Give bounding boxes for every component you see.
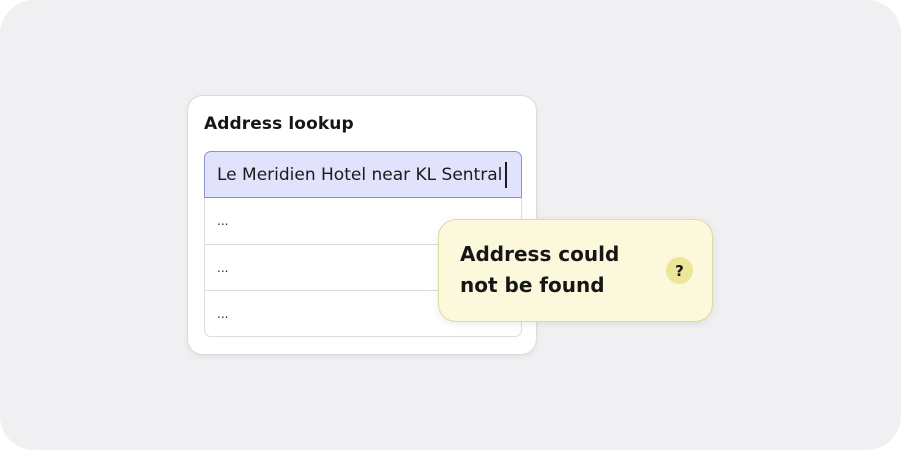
error-tooltip: Address could not be found ?	[438, 219, 713, 322]
error-message-line-1: Address could	[460, 242, 620, 266]
canvas: Address lookup Le Meridien Hotel near KL…	[0, 0, 901, 450]
search-input-value: Le Meridien Hotel near KL Sentral	[217, 164, 503, 185]
address-search-input[interactable]: Le Meridien Hotel near KL Sentral	[204, 151, 522, 198]
error-message-line-2: not be found	[460, 273, 605, 297]
card-title: Address lookup	[204, 114, 354, 134]
error-message: Address could not be found	[460, 239, 650, 301]
help-icon[interactable]: ?	[666, 257, 693, 284]
text-caret	[505, 161, 508, 188]
